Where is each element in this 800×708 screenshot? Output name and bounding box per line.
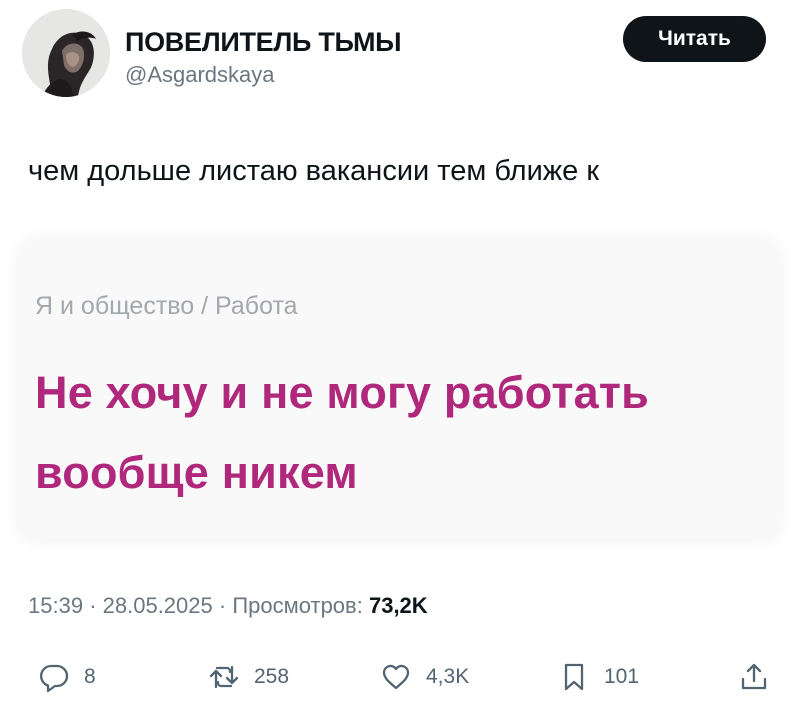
tweet-media-image[interactable]: Я и общество / Работа Не хочу и не могу …: [18, 240, 780, 540]
share-button[interactable]: [738, 655, 770, 699]
meta-separator: ·: [89, 593, 97, 618]
media-breadcrumb: Я и общество / Работа: [35, 292, 298, 320]
tweet-time[interactable]: 15:39: [28, 593, 83, 618]
like-count: 4,3K: [426, 665, 470, 688]
views-count: 73,2K: [368, 593, 428, 618]
tweet-date[interactable]: 28.05.2025: [103, 593, 213, 618]
action-bar: 8 258 4,3K 101: [0, 655, 800, 705]
follow-button[interactable]: Читать: [623, 16, 766, 62]
bookmark-icon: [564, 663, 584, 691]
retweet-icon: [209, 665, 239, 689]
retweet-count: 258: [254, 665, 290, 688]
profile-avatar-icon: [22, 9, 110, 97]
retweet-button[interactable]: 258: [208, 655, 289, 699]
reply-icon: [39, 664, 69, 693]
bookmark-count: 101: [604, 665, 640, 688]
tweet-meta: 15:39 · 28.05.2025 · Просмотров: 73,2K: [28, 593, 428, 619]
like-button[interactable]: 4,3K: [380, 655, 469, 699]
reply-button[interactable]: 8: [38, 655, 96, 699]
tweet-text: чем дольше листаю вакансии тем ближе к: [28, 155, 600, 187]
share-icon: [741, 663, 767, 690]
views-label: Просмотров:: [232, 593, 363, 618]
avatar[interactable]: [22, 9, 110, 97]
display-name[interactable]: ПОВЕЛИТЕЛЬ ТЬМЫ: [125, 27, 402, 58]
tweet: ПОВЕЛИТЕЛЬ ТЬМЫ @Asgardskaya Читать чем …: [0, 0, 800, 708]
bookmark-button[interactable]: 101: [558, 655, 639, 699]
media-headline: Не хочу и не могу работать вообще никем: [35, 367, 649, 498]
reply-count: 8: [84, 665, 96, 688]
user-handle[interactable]: @Asgardskaya: [125, 62, 275, 88]
meta-separator: ·: [218, 593, 227, 618]
heart-icon: [382, 664, 410, 690]
